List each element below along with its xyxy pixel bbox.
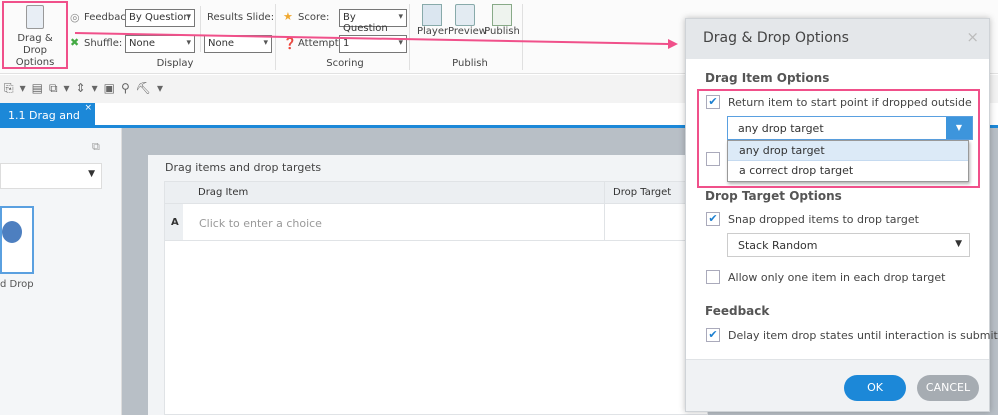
ok-button[interactable]: OK: [844, 375, 906, 401]
drag-items-editor: Drag items and drop targets Drag Item Dr…: [148, 155, 709, 415]
panel-dropdown[interactable]: ▼: [0, 163, 102, 189]
close-icon[interactable]: ×: [966, 28, 979, 46]
drag-item-options-heading: Drag Item Options: [705, 71, 830, 85]
editor-title: Drag items and drop targets: [165, 161, 322, 174]
drop-target-options-heading: Drop Target Options: [705, 189, 842, 203]
restore-icon[interactable]: ⧉: [92, 140, 100, 154]
delay-label: Delay item drop states until interaction…: [728, 329, 998, 342]
snap-label: Snap dropped items to drop target: [728, 213, 919, 226]
feedback-heading: Feedback: [705, 304, 770, 318]
col-drop-target: Drop Target: [613, 187, 672, 198]
col-drag-item: Drag Item: [198, 187, 249, 198]
choice-input[interactable]: Click to enter a choice: [199, 217, 322, 230]
delay-checkbox[interactable]: ✔: [706, 328, 720, 342]
cancel-button[interactable]: CANCEL: [917, 375, 979, 401]
dialog-header: Drag & Drop Options ×: [686, 19, 989, 59]
dialog-title: Drag & Drop Options: [703, 30, 849, 46]
tab-drag-and-drop[interactable]: 1.1 Drag and ...×: [0, 103, 95, 135]
highlight-return-options: [697, 89, 980, 188]
slide-thumb-label: d Drop: [0, 279, 34, 290]
tab-close-icon[interactable]: ×: [84, 103, 92, 113]
allow-one-label: Allow only one item in each drop target: [728, 271, 946, 284]
snap-checkbox[interactable]: ✔: [706, 212, 720, 226]
snap-mode-select[interactable]: Stack Random ▼: [727, 233, 970, 257]
slide-thumbnail[interactable]: [0, 206, 34, 274]
toolbar-icons[interactable]: ⎘▾▤⧉▾⇕▾▣⚲⛏▾: [4, 81, 169, 96]
row-letter: A: [171, 217, 179, 228]
slide-panel: ⧉ ▼ d Drop: [0, 128, 122, 415]
chevron-down-icon: ▼: [955, 239, 962, 249]
allow-one-checkbox[interactable]: [706, 270, 720, 284]
drag-drop-options-dialog: Drag & Drop Options × Drag Item Options …: [685, 18, 998, 412]
